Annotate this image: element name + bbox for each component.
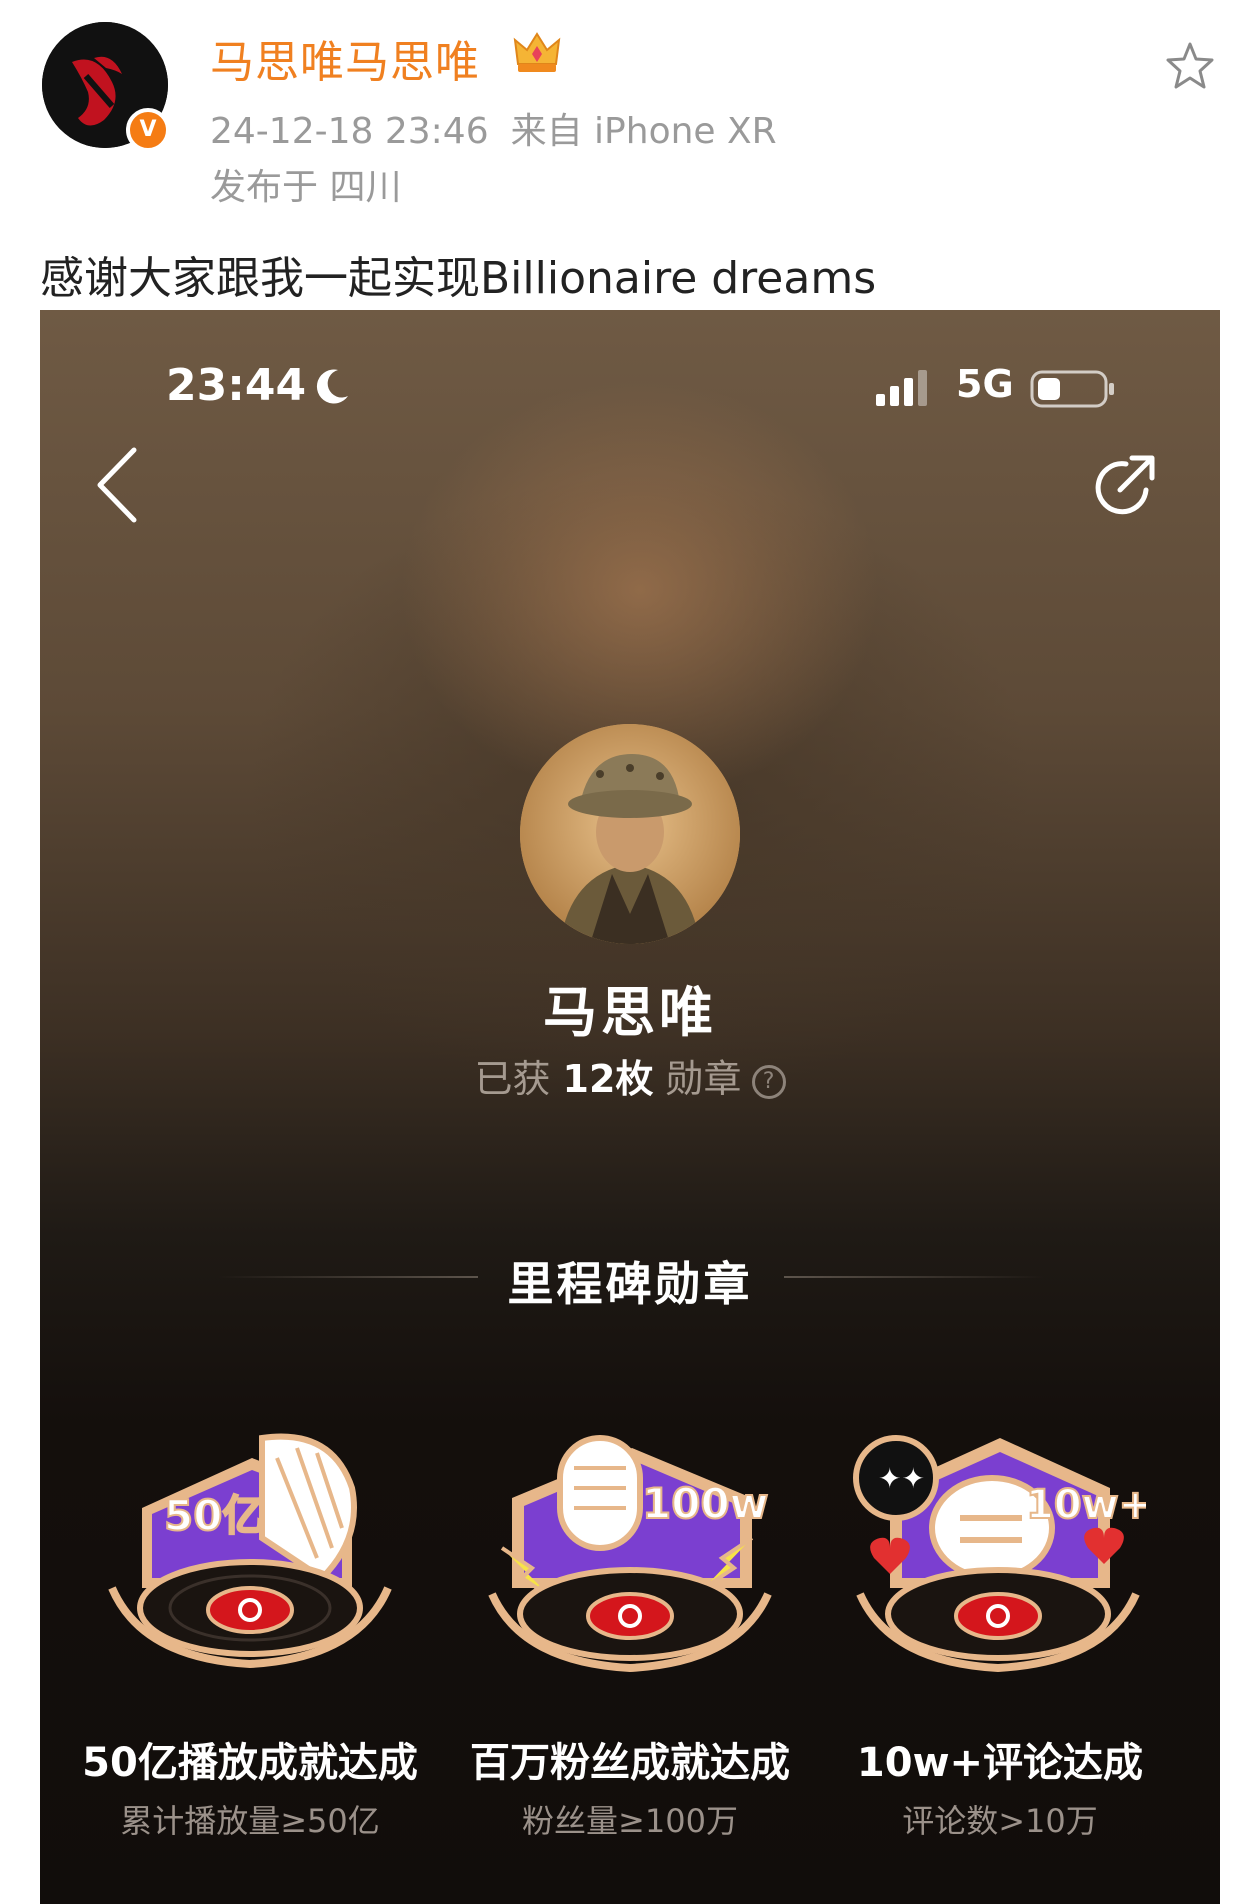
attached-screenshot[interactable]: 23:44 5G 马思唯 已获 12枚 勋章 ? 里程碑勋章 50亿 50亿播放… [40,310,1220,1904]
artist-name: 马思唯 [543,981,717,1044]
medal-comments-subtitle: 评论数>10万 [902,1802,1098,1840]
moon-icon [316,369,348,404]
post-text: 感谢大家跟我一起实现Billionaire dreams [40,253,877,304]
section-title: 里程碑勋章 [507,1257,753,1311]
verified-badge: V [126,108,170,152]
medal-plays-subtitle: 累计播放量≥50亿 [120,1802,380,1840]
badge-count: 已获 12枚 勋章? [40,1048,1220,1103]
medal-comments[interactable]: ✦✦ 10w+ [850,1418,1153,1678]
medal-fans[interactable]: 100w [482,1418,778,1678]
badge-count-suffix: 勋章 [665,1057,742,1101]
medal-plays-badge-text: 50亿 [164,1491,264,1540]
battery-icon [1030,370,1114,408]
share-icon[interactable] [1088,450,1160,522]
badge-count-value: 12枚 [562,1057,654,1101]
back-arrow-icon[interactable] [90,444,142,526]
medal-fans-subtitle: 粉丝量≥100万 [522,1802,738,1840]
artist-photo [520,724,740,944]
badge-count-prefix: 已获 [474,1057,551,1101]
crown-icon [513,32,561,72]
help-icon[interactable]: ? [751,1064,786,1099]
comment-bubble-medal-icon: ✦✦ 10w+ [853,1435,1153,1673]
medal-plays[interactable]: 50亿 [102,1418,398,1678]
favorite-star-icon[interactable] [1162,38,1218,94]
medal-plays-title: 50亿播放成就达成 [82,1740,418,1786]
microphone-medal-icon: 100w [488,1435,772,1673]
post-source: 来自 iPhone XR [510,111,777,152]
medal-fans-badge-text: 100w [642,1479,768,1528]
gramophone-medal-icon: 50亿 [108,1433,392,1669]
medal-comments-title: 10w+评论达成 [856,1740,1144,1786]
network-label: 5G [956,362,1014,406]
post-location: 发布于 四川 [210,167,402,208]
author-name[interactable]: 马思唯马思唯 [210,26,480,90]
artist-avatar[interactable] [520,724,740,944]
medal-comments-badge-text: 10w+ [1026,1482,1146,1528]
status-time: 23:44 [166,360,307,411]
post-timestamp: 24-12-18 23:46 [210,111,489,152]
post-meta: 24-12-18 23:46 来自 iPhone XR [210,102,777,154]
medal-fans-title: 百万粉丝成就达成 [470,1740,790,1786]
signal-icon [876,370,927,406]
svg-text:✦✦: ✦✦ [878,1462,925,1495]
